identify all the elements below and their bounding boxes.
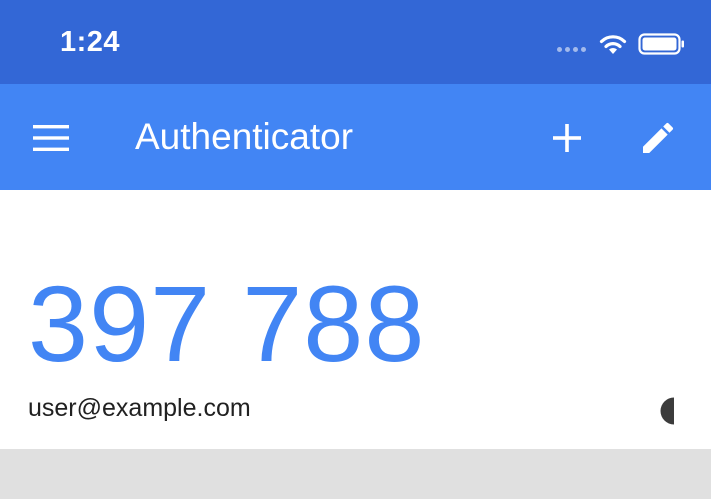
list-background [0, 449, 711, 499]
cellular-signal-icon [557, 47, 586, 52]
account-name: user@example.com [28, 394, 251, 422]
app-bar [0, 84, 711, 190]
menu-icon[interactable] [33, 124, 69, 152]
countdown-timer-icon [660, 397, 674, 425]
wifi-icon [599, 35, 627, 54]
otp-code[interactable]: 397 788 [28, 270, 425, 378]
add-icon[interactable] [550, 121, 584, 155]
status-bar: 1:24 [0, 0, 711, 84]
app-title: Authenticator [135, 116, 354, 157]
status-time: 1:24 [60, 26, 121, 58]
battery-icon [638, 33, 684, 55]
edit-icon[interactable] [638, 118, 678, 158]
